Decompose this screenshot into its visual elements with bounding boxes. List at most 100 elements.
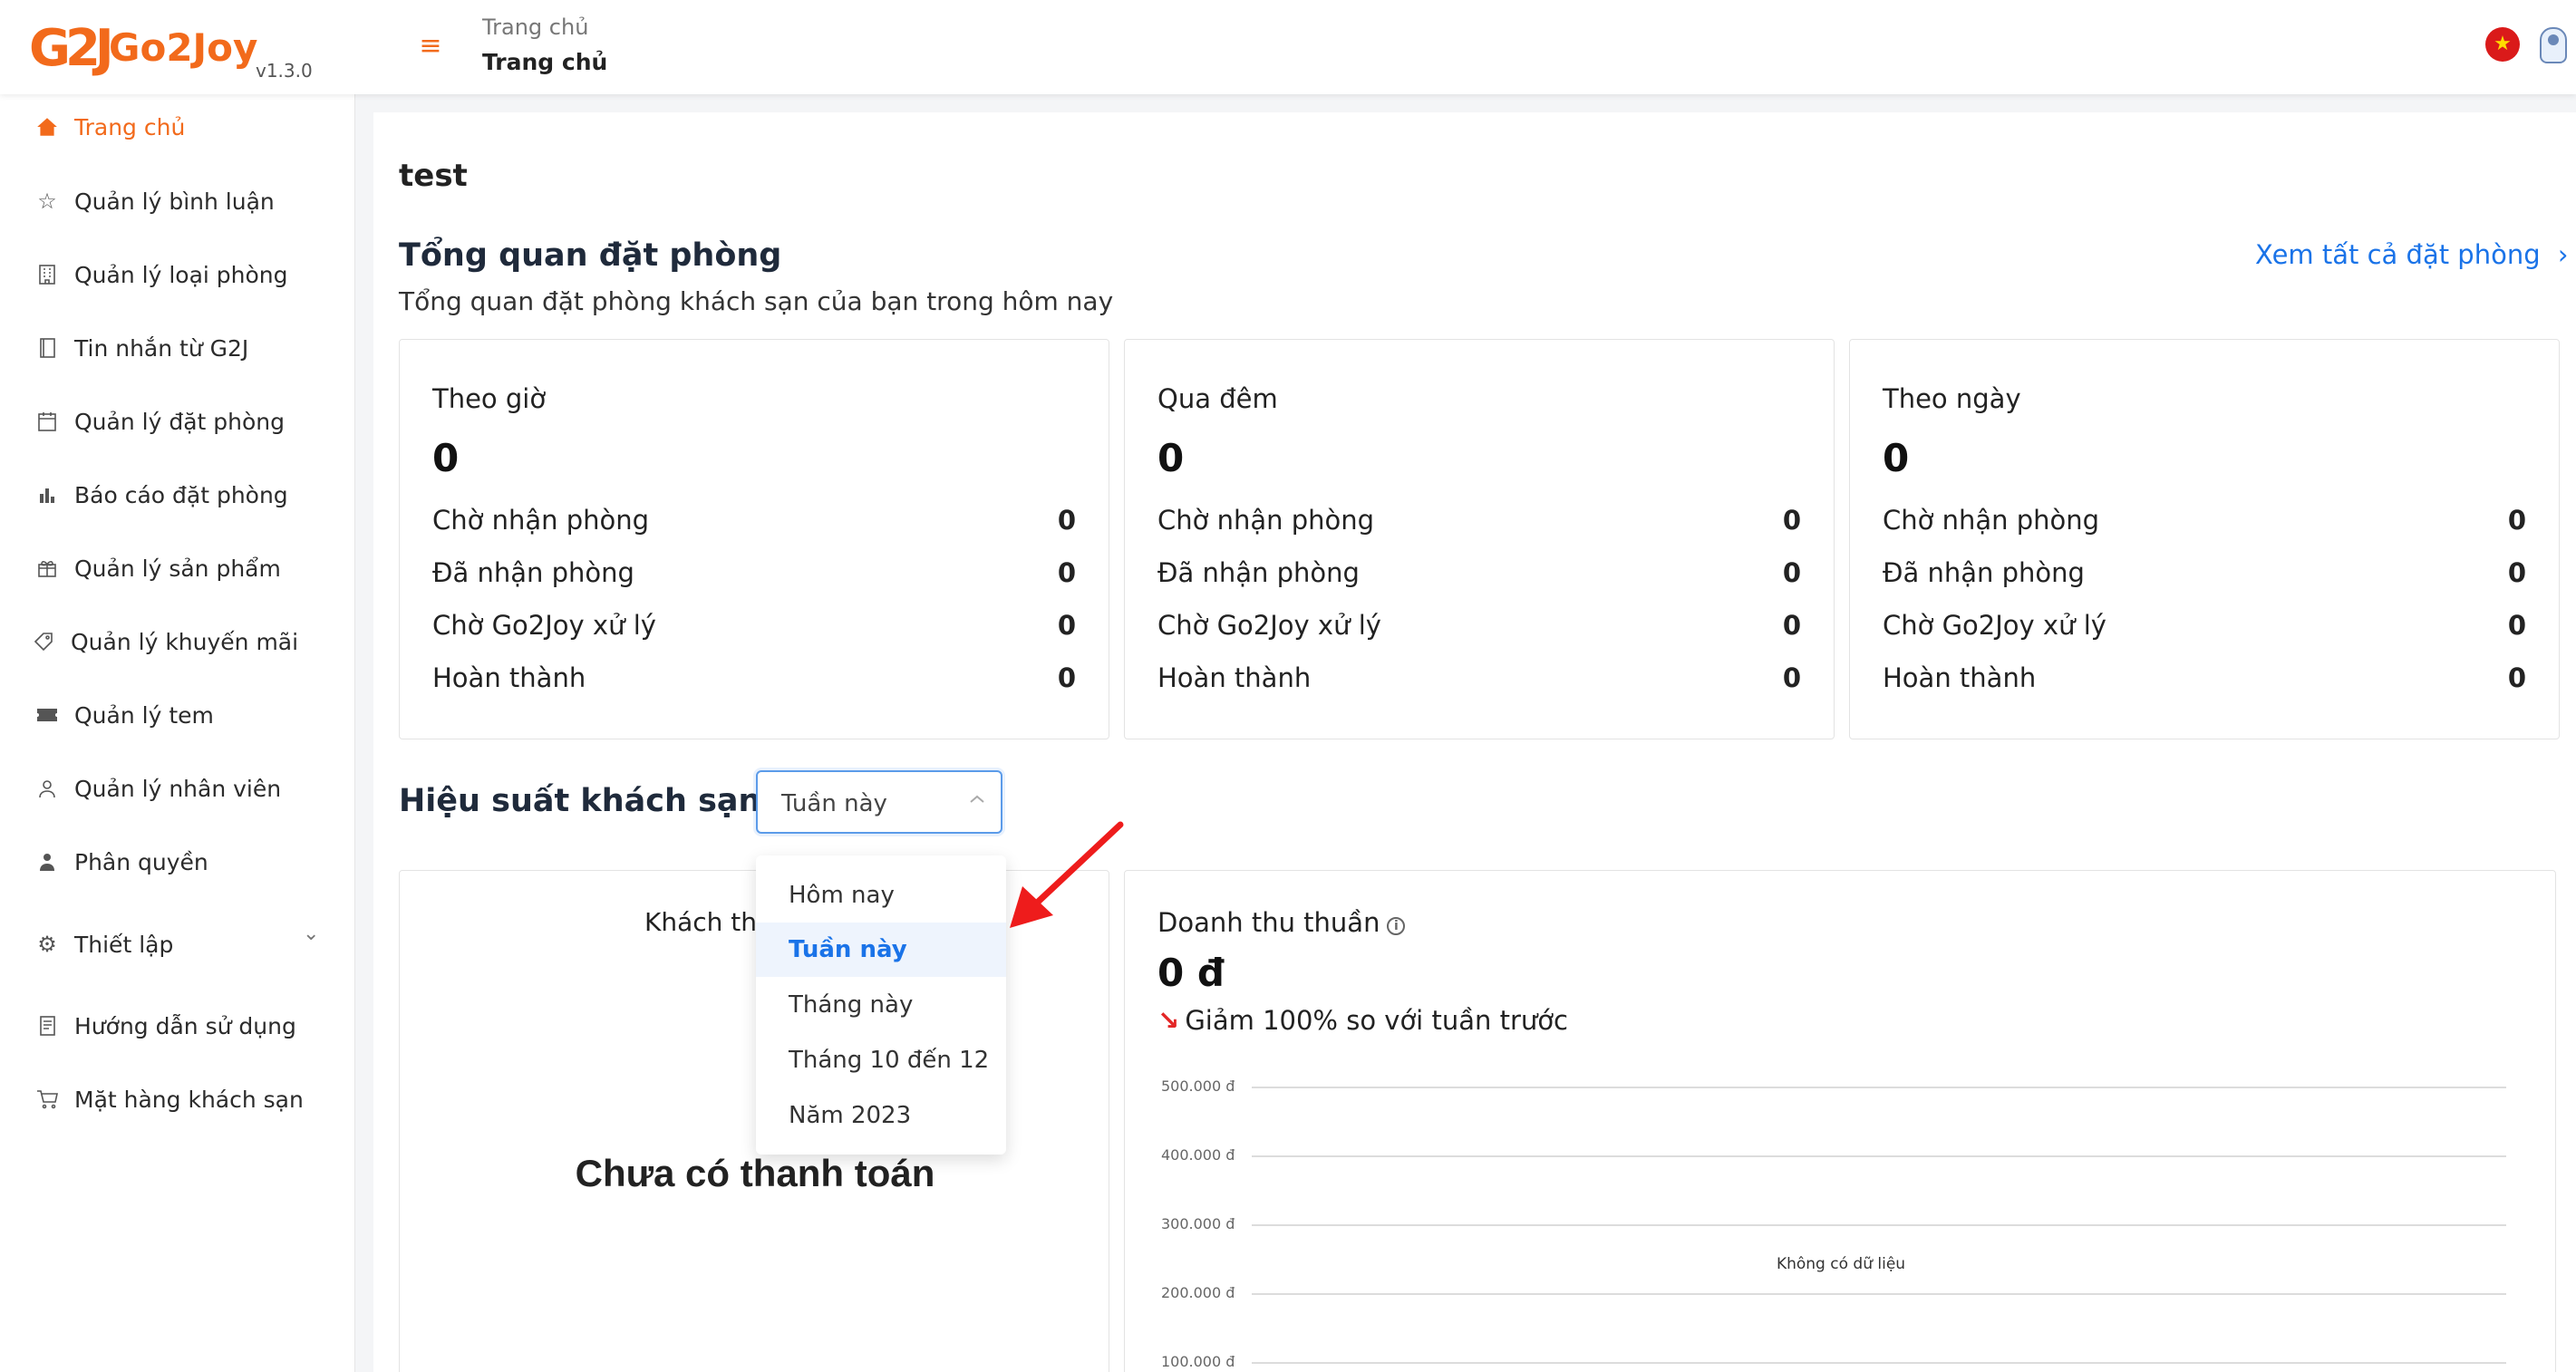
row-value: 0 <box>1782 505 1801 536</box>
sidebar-item-label: Trang chủ <box>74 113 186 140</box>
annotation-arrow-icon <box>1010 821 1124 928</box>
panel-title: Khách tha <box>644 907 773 937</box>
info-icon[interactable]: i <box>1387 917 1406 935</box>
sidebar-item-comments[interactable]: ☆ Quản lý bình luận <box>33 181 275 221</box>
row-value: 0 <box>1782 662 1801 693</box>
row-value: 0 <box>2507 610 2526 641</box>
row-value: 0 <box>1782 610 1801 641</box>
hotel-name: test <box>399 158 468 194</box>
view-all-bookings-link[interactable]: Xem tất cả đặt phòng › <box>2255 239 2568 270</box>
card-total: 0 <box>1157 436 1185 480</box>
sidebar-item-permissions[interactable]: Phân quyền <box>33 842 208 882</box>
home-icon <box>33 112 62 141</box>
sidebar-item-messages[interactable]: Tin nhắn từ G2J <box>33 328 248 368</box>
card-row: Chờ Go2Joy xử lý 0 <box>1157 610 1801 646</box>
period-dropdown: Hôm nay Tuần này Tháng này Tháng 10 đến … <box>756 855 1006 1155</box>
sidebar-item-label: Thiết lập <box>74 931 174 958</box>
sidebar-item-home[interactable]: Trang chủ <box>33 107 185 147</box>
sidebar-item-label: Quản lý bình luận <box>74 188 275 215</box>
menu-toggle-icon[interactable]: ≡ <box>417 33 444 60</box>
sidebar-item-label: Quản lý loại phòng <box>74 261 288 288</box>
card-total: 0 <box>432 436 460 480</box>
y-tick-label: 500.000 đ <box>1161 1077 1235 1095</box>
avatar[interactable] <box>2540 27 2567 63</box>
chevron-right-icon: › <box>2557 239 2569 270</box>
period-select[interactable]: Tuần này <box>756 770 1002 834</box>
trend-down-icon: ↘ <box>1157 1005 1180 1036</box>
row-label: Đã nhận phòng <box>1157 557 1360 588</box>
row-label: Hoàn thành <box>1157 662 1312 693</box>
booking-card-overnight[interactable]: Qua đêm 0 Chờ nhận phòng 0 Đã nhận phòng 0… <box>1124 339 1835 739</box>
booking-card-daily[interactable]: Theo ngày 0 Chờ nhận phòng 0 Đã nhận phòn… <box>1849 339 2560 739</box>
card-title: Qua đêm <box>1157 383 1278 414</box>
card-row: Hoàn thành 0 <box>1157 662 1801 699</box>
period-option-this-week[interactable]: Tuần này <box>756 923 1006 977</box>
empty-state: Chưa có thanh toán <box>575 1152 935 1194</box>
card-row: Hoàn thành 0 <box>1883 662 2526 699</box>
card-row: Đã nhận phòng 0 <box>1157 557 1801 594</box>
chevron-down-icon[interactable]: ⌄ <box>303 923 319 945</box>
sidebar-item-room-types[interactable]: Quản lý loại phòng <box>33 255 288 295</box>
sidebar-item-label: Báo cáo đặt phòng <box>74 481 288 508</box>
building-icon <box>33 260 62 289</box>
row-label: Đã nhận phòng <box>432 557 634 588</box>
revenue-title-label: Doanh thu thuần <box>1157 907 1380 938</box>
grid-line <box>1252 1293 2506 1295</box>
row-label: Chờ nhận phòng <box>1883 505 2100 536</box>
sidebar-item-booking-report[interactable]: Báo cáo đặt phòng <box>33 475 288 515</box>
y-tick-label: 200.000 đ <box>1161 1284 1235 1301</box>
card-row: Chờ nhận phòng 0 <box>1157 505 1801 541</box>
calendar-icon <box>33 407 62 436</box>
row-value: 0 <box>2507 662 2526 693</box>
period-option-this-month[interactable]: Tháng này <box>756 978 1006 1032</box>
row-label: Chờ Go2Joy xử lý <box>1883 610 2106 641</box>
sidebar-item-label: Quản lý tem <box>74 701 214 729</box>
sidebar-item-bookings[interactable]: Quản lý đặt phòng <box>33 401 285 441</box>
top-header: G2J Go2Joy v1.3.0 ≡ Trang chủ Trang chủ … <box>0 0 2576 94</box>
card-row: Chờ nhận phòng 0 <box>1883 505 2526 541</box>
sidebar-item-guide[interactable]: Hướng dẫn sử dụng <box>33 1006 296 1046</box>
book-icon <box>33 1011 62 1040</box>
row-value: 0 <box>1057 505 1076 536</box>
row-label: Đã nhận phòng <box>1883 557 2085 588</box>
row-label: Chờ Go2Joy xử lý <box>1157 610 1381 641</box>
booking-card-hourly[interactable]: Theo giờ 0 Chờ nhận phòng 0 Đã nhận phòng… <box>399 339 1109 739</box>
card-total: 0 <box>1883 436 1910 480</box>
y-tick-label: 300.000 đ <box>1161 1215 1235 1232</box>
card-row: Chờ nhận phòng 0 <box>432 505 1076 541</box>
sidebar-item-products[interactable]: Quản lý sản phẩm <box>33 548 281 588</box>
sidebar-item-settings[interactable]: ⚙ Thiết lập <box>33 924 173 964</box>
card-row: Hoàn thành 0 <box>432 662 1076 699</box>
language-flag-icon[interactable]: ★ <box>2485 27 2520 62</box>
notebook-icon <box>33 333 62 362</box>
row-label: Chờ nhận phòng <box>432 505 650 536</box>
card-row: Chờ Go2Joy xử lý 0 <box>432 610 1076 646</box>
grid-line <box>1252 1224 2506 1226</box>
revenue-value: 0 đ <box>1157 951 1225 995</box>
sidebar-item-label: Mặt hàng khách sạn <box>74 1086 304 1113</box>
no-data-label: Không có dữ liệu <box>1776 1255 1906 1273</box>
period-option-year[interactable]: Năm 2023 <box>756 1088 1006 1143</box>
revenue-trend: ↘ Giảm 100% so với tuần trước <box>1157 1005 1568 1036</box>
period-select-value: Tuần này <box>781 790 887 817</box>
period-option-today[interactable]: Hôm nay <box>756 868 1006 923</box>
period-option-q4[interactable]: Tháng 10 đến 12 <box>756 1033 1006 1087</box>
bar-chart-icon <box>33 480 62 509</box>
sidebar: Trang chủ ☆ Quản lý bình luận Quản lý lo… <box>0 94 355 1372</box>
breadcrumb[interactable]: Trang chủ <box>482 14 588 40</box>
sidebar-item-label: Phân quyền <box>74 848 208 875</box>
view-all-label: Xem tất cả đặt phòng <box>2255 239 2541 270</box>
grid-line <box>1252 1087 2506 1088</box>
sidebar-item-promotions[interactable]: Quản lý khuyến mãi <box>29 622 298 662</box>
sidebar-item-label: Quản lý đặt phòng <box>74 408 285 435</box>
row-value: 0 <box>2507 557 2526 588</box>
row-label: Hoàn thành <box>432 662 586 693</box>
gear-icon: ⚙ <box>37 932 57 957</box>
card-row: Đã nhận phòng 0 <box>1883 557 2526 594</box>
sidebar-item-hotel-items[interactable]: Mặt hàng khách sạn <box>33 1079 304 1119</box>
user-shield-icon <box>33 847 62 876</box>
ticket-icon <box>33 700 62 729</box>
app-name: Go2Joy <box>109 25 258 70</box>
sidebar-item-staff[interactable]: Quản lý nhân viên <box>33 768 281 808</box>
sidebar-item-stamps[interactable]: Quản lý tem <box>33 695 214 735</box>
